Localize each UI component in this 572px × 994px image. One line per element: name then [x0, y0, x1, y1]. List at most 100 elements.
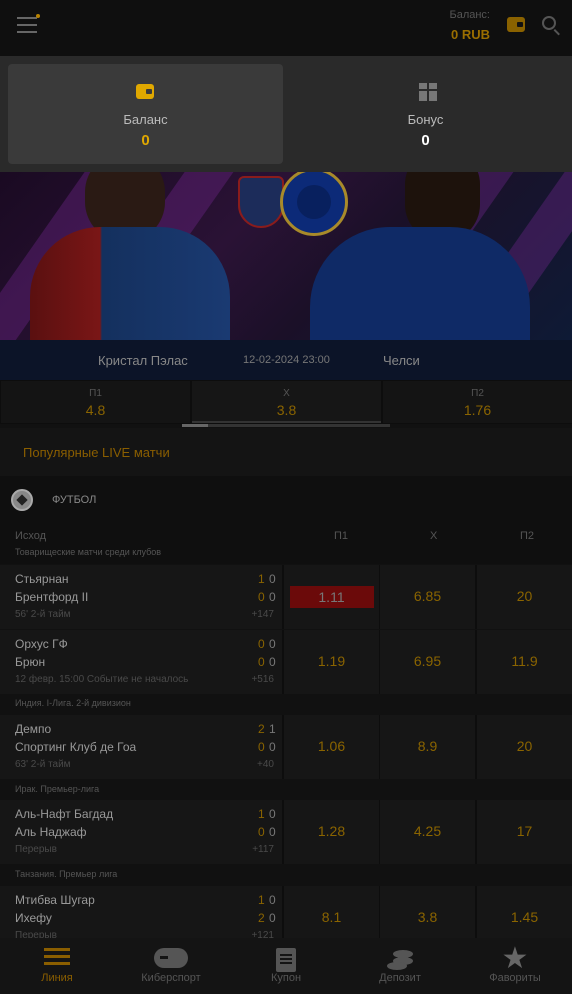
odd-p1[interactable]: 1.19 [284, 630, 379, 694]
nav-label: Купон [270, 972, 302, 984]
star-icon: ★ [501, 942, 529, 975]
odd-value: 1.06 [317, 738, 346, 754]
odd-x[interactable]: 6.85 [380, 565, 475, 629]
nav-label: Линия [41, 972, 73, 984]
away-team: Брюн [15, 655, 46, 669]
featured-date: 12-02-2024 23:00 [243, 354, 330, 366]
dropdown-bonus-value: 0 [421, 132, 430, 149]
match-status: 56' 2-й тайм [15, 609, 71, 620]
nav-line[interactable]: Линия [0, 938, 114, 994]
dropdown-balance-value: 0 [141, 132, 150, 149]
search-icon[interactable] [542, 16, 556, 30]
league-name: Ирак. Премьер-лига [15, 784, 100, 794]
featured-away-team: Челси [383, 353, 420, 368]
score: 0 [269, 740, 276, 754]
nav-esports[interactable]: Киберспорт [114, 938, 228, 994]
odd-p2[interactable]: 11.9 [477, 630, 572, 694]
sport-header[interactable]: ФУТБОЛ [0, 476, 572, 522]
match-row[interactable]: Стьярнан Брентфорд II 1 0 0 0 56' 2-й та… [0, 565, 572, 629]
featured-odd-p2[interactable]: П2 1.76 [383, 381, 572, 423]
odd-value: 1.76 [463, 402, 492, 418]
odd-x[interactable]: 4.25 [380, 800, 475, 864]
score: 0 [269, 807, 276, 821]
featured-banner[interactable] [0, 172, 572, 340]
odd-p1[interactable]: 1.06 [284, 715, 379, 779]
nav-deposit[interactable]: Депозит [343, 938, 457, 994]
match-teams[interactable]: Стьярнан Брентфорд II 1 0 0 0 56' 2-й та… [0, 565, 282, 629]
away-team: Брентфорд II [15, 590, 89, 604]
score: 0 [258, 825, 265, 839]
home-team: Стьярнан [15, 572, 69, 586]
score: 2 [258, 911, 265, 925]
match-row[interactable]: Демпо Спортинг Клуб де Гоа 2 1 0 0 63' 2… [0, 715, 572, 779]
match-teams[interactable]: Орхус ГФ Брюн 0 0 0 0 12 февр. 15:00 Соб… [0, 630, 282, 694]
gamepad-icon [154, 948, 188, 968]
table-header: Исход П1 Х П2 Товарищеские матчи среди к… [0, 522, 572, 564]
odd-value: 6.95 [413, 653, 442, 669]
odd-value: 3.8 [417, 909, 438, 925]
score: 0 [269, 911, 276, 925]
featured-home-team: Кристал Пэлас [98, 353, 188, 368]
match-row[interactable]: Аль-Нафт Багдад Аль Наджаф 1 0 0 0 Перер… [0, 800, 572, 864]
match-status: Перерыв [15, 844, 57, 855]
featured-odds: П1 4.8 Х 3.8 П2 1.76 [0, 380, 572, 424]
odd-p2[interactable]: 17 [477, 800, 572, 864]
nav-coupon[interactable]: Купон [229, 938, 343, 994]
wallet-icon[interactable] [507, 17, 525, 32]
odd-value: 20 [516, 588, 533, 604]
league-name: Танзания. Премьер лига [15, 869, 118, 879]
balance-card[interactable]: Баланс 0 [8, 64, 283, 164]
odd-value: 8.1 [321, 909, 342, 925]
odd-label: П2 [471, 388, 484, 399]
balance-label: Баланс: [449, 9, 490, 21]
odd-label: П1 [89, 388, 102, 399]
odd-p2[interactable]: 20 [477, 565, 572, 629]
odd-value: 1.45 [510, 909, 539, 925]
coins-icon [383, 948, 415, 970]
league-name: Товарищеские матчи среди клубов [15, 547, 162, 557]
gift-icon [419, 83, 437, 101]
odd-value: 4.8 [85, 402, 106, 418]
nav-label: Депозит [379, 972, 421, 984]
featured-odd-x[interactable]: Х 3.8 [192, 381, 381, 423]
odd-x[interactable]: 8.9 [380, 715, 475, 779]
score: 0 [269, 893, 276, 907]
odd-value: 20 [516, 738, 533, 754]
odd-p2[interactable]: 20 [477, 715, 572, 779]
lines-icon [44, 948, 70, 968]
match-teams[interactable]: Демпо Спортинг Клуб де Гоа 2 1 0 0 63' 2… [0, 715, 282, 779]
wallet-icon [136, 84, 154, 99]
more-markets: +516 [251, 674, 274, 685]
away-team: Ихефу [15, 911, 52, 925]
league-name: Индия. I-Лига. 2-й дивизион [15, 698, 131, 708]
odd-value: 6.85 [413, 588, 442, 604]
menu-icon[interactable] [17, 14, 40, 33]
odd-label: Х [283, 388, 290, 399]
odd-p1[interactable]: 1.28 [284, 800, 379, 864]
balance-dropdown: Баланс 0 Бонус 0 [0, 56, 572, 172]
bonus-card[interactable]: Бонус 0 [287, 64, 564, 164]
score: 1 [258, 807, 265, 821]
bottom-nav: Линия Киберспорт Купон Депозит ★ Фаворит… [0, 938, 572, 994]
featured-odd-p1[interactable]: П1 4.8 [1, 381, 190, 423]
dropdown-balance-label: Баланс [123, 112, 168, 127]
odd-p1[interactable]: 1.11 [284, 565, 379, 629]
odd-value: 3.8 [276, 402, 297, 418]
match-status: 12 февр. 15:00 Событие не началось [15, 674, 189, 685]
balance-value[interactable]: 0 RUB [451, 27, 490, 42]
away-team: Аль Наджаф [15, 825, 87, 839]
more-markets: +117 [252, 844, 274, 855]
odd-value: 1.11 [289, 586, 374, 608]
odd-x[interactable]: 6.95 [380, 630, 475, 694]
odd-value: 4.25 [413, 823, 442, 839]
match-teams[interactable]: Аль-Нафт Багдад Аль Наджаф 1 0 0 0 Перер… [0, 800, 282, 864]
nav-favorites[interactable]: ★ Фавориты [458, 938, 572, 994]
featured-match-info[interactable]: Кристал Пэлас 12-02-2024 23:00 Челси [0, 340, 572, 380]
score: 0 [269, 637, 276, 651]
match-row[interactable]: Орхус ГФ Брюн 0 0 0 0 12 февр. 15:00 Соб… [0, 630, 572, 694]
score: 0 [258, 590, 265, 604]
crystal-palace-crest-icon [238, 176, 284, 228]
score: 1 [258, 893, 265, 907]
more-markets: +147 [251, 609, 274, 620]
coupon-icon [276, 948, 296, 972]
